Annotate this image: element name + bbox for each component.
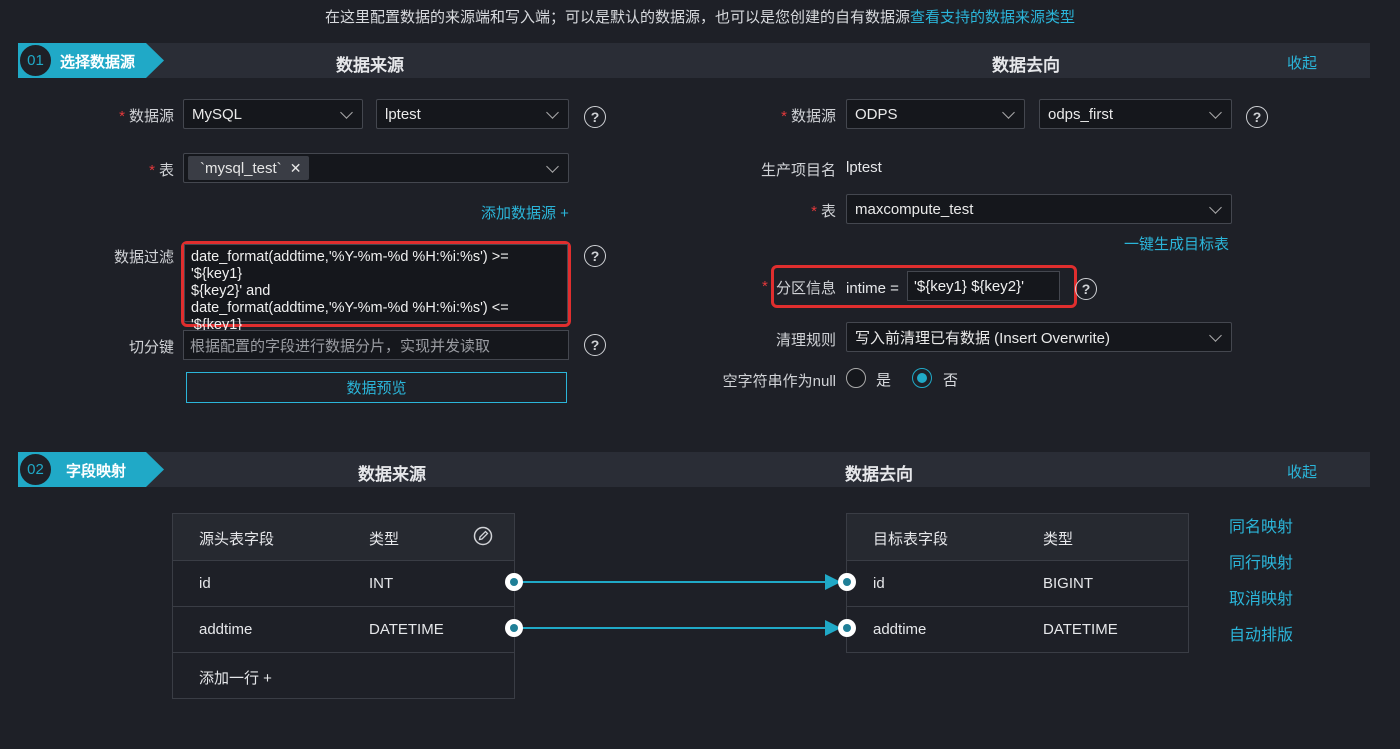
table-tag: `mysql_test` ✕	[188, 156, 310, 180]
chevron-down-icon	[1209, 105, 1222, 119]
split-key-input[interactable]: 根据配置的字段进行数据分片，实现并发读取	[183, 330, 569, 360]
help-icon[interactable]: ?	[584, 245, 606, 267]
source-connector-dot[interactable]	[505, 573, 523, 591]
chevron-down-icon	[546, 159, 559, 173]
data-preview-button[interactable]: 数据预览	[186, 372, 567, 403]
source-datasource-type-select[interactable]: MySQL	[183, 99, 363, 129]
source-table-select[interactable]: `mysql_test` ✕	[183, 153, 569, 183]
step2-number: 02	[18, 452, 53, 487]
dest-field-table: 目标表字段 类型 id BIGINT addtime DATETIME	[846, 513, 1189, 653]
add-datasource-link[interactable]: 添加数据源 +	[481, 202, 569, 223]
table-row: id BIGINT	[847, 560, 1188, 606]
step2-bar: 02 字段映射 数据来源 数据去向 收起	[18, 452, 1370, 487]
field-name: addtime	[873, 621, 927, 638]
table-header-row: 源头表字段 类型	[173, 514, 514, 560]
split-key-label: 切分键	[128, 339, 174, 356]
dest-datasource-name-select[interactable]: odps_first	[1039, 99, 1232, 129]
step1-collapse-link[interactable]: 收起	[1287, 52, 1317, 73]
auto-layout-link[interactable]: 自动排版	[1229, 621, 1293, 645]
step1-title: 选择数据源	[60, 54, 136, 71]
filter-label: 数据过滤	[113, 249, 174, 266]
help-icon[interactable]: ?	[584, 106, 606, 128]
field-name: addtime	[199, 621, 253, 638]
same-name-mapping-link[interactable]: 同名映射	[1229, 513, 1293, 537]
step1-source-heading: 数据来源	[336, 56, 404, 75]
source-field-table: 源头表字段 类型 id INT addtime DATETIME 添加一行 +	[172, 513, 515, 699]
source-table-label: * 表	[149, 162, 174, 179]
dest-datasource-label: * 数据源	[781, 108, 836, 125]
cancel-mapping-link[interactable]: 取消映射	[1229, 585, 1293, 609]
table-header-row: 目标表字段 类型	[847, 514, 1188, 560]
project-name-label: 生产项目名	[760, 162, 836, 179]
field-name: id	[873, 575, 885, 592]
empty-null-label: 空字符串作为null	[722, 373, 836, 390]
filter-textarea[interactable]: date_format(addtime,'%Y-%m-%d %H:%i:%s')…	[184, 244, 568, 350]
partition-label: 分区信息	[776, 280, 837, 297]
step2-collapse-link[interactable]: 收起	[1287, 461, 1317, 482]
edit-icon[interactable]	[473, 526, 493, 550]
empty-null-no-radio[interactable]	[912, 368, 932, 388]
column-header: 源头表字段	[199, 531, 275, 548]
field-type: DATETIME	[1043, 621, 1118, 638]
column-header: 类型	[1043, 531, 1074, 548]
table-row: addtime DATETIME	[847, 606, 1188, 652]
clean-rule-select[interactable]: 写入前清理已有数据 (Insert Overwrite)	[846, 322, 1232, 352]
chevron-down-icon	[1209, 328, 1222, 342]
source-connector-dot[interactable]	[505, 619, 523, 637]
project-name-value: lptest	[846, 159, 882, 176]
table-row: addtime DATETIME	[173, 606, 514, 652]
chevron-down-icon	[1002, 105, 1015, 119]
chevron-down-icon	[340, 105, 353, 119]
step1-bar: 01 选择数据源 数据来源 数据去向 收起	[18, 43, 1370, 78]
help-icon[interactable]: ?	[584, 334, 606, 356]
empty-null-no-label: 否	[943, 372, 959, 389]
generate-target-table-link[interactable]: 一键生成目标表	[1124, 233, 1229, 254]
help-icon[interactable]: ?	[1075, 278, 1097, 300]
required-marker: *	[762, 278, 768, 295]
step2-dest-heading: 数据去向	[845, 465, 913, 484]
notice-text: 在这里配置数据的来源端和写入端；可以是默认的数据源，也可以是您创建的自有数据源	[324, 9, 910, 26]
mapping-lines	[521, 574, 841, 636]
column-header: 目标表字段	[873, 531, 949, 548]
field-type: INT	[369, 575, 394, 592]
source-datasource-label: * 数据源	[119, 108, 174, 125]
chevron-down-icon	[1209, 200, 1222, 214]
table-row: id INT	[173, 560, 514, 606]
partition-key: intime =	[846, 280, 899, 297]
field-type: DATETIME	[369, 621, 444, 638]
dest-table-select[interactable]: maxcompute_test	[846, 194, 1232, 224]
dest-connector-dot[interactable]	[838, 573, 856, 591]
step2-source-heading: 数据来源	[358, 465, 426, 484]
empty-null-yes-radio[interactable]	[846, 368, 866, 388]
add-row[interactable]: 添加一行 +	[173, 652, 514, 698]
step2-title: 字段映射	[66, 463, 127, 480]
column-header: 类型	[369, 531, 400, 548]
supported-sources-link[interactable]: 查看支持的数据来源类型	[910, 9, 1075, 26]
step1-number: 01	[18, 43, 53, 78]
dest-connector-dot[interactable]	[838, 619, 856, 637]
tag-close-icon[interactable]: ✕	[290, 160, 302, 177]
dest-table-label: * 表	[811, 203, 836, 220]
field-name: id	[199, 575, 211, 592]
partition-value-input[interactable]: '${key1} ${key2}'	[907, 271, 1060, 301]
clean-rule-label: 清理规则	[775, 332, 836, 349]
empty-null-yes-label: 是	[876, 372, 892, 389]
step1-dest-heading: 数据去向	[992, 56, 1060, 75]
top-notice: 在这里配置数据的来源端和写入端；可以是默认的数据源，也可以是您创建的自有数据源查…	[0, 6, 1400, 27]
add-row-link[interactable]: 添加一行 +	[199, 667, 272, 688]
field-type: BIGINT	[1043, 575, 1094, 592]
dest-datasource-type-select[interactable]: ODPS	[846, 99, 1025, 129]
help-icon[interactable]: ?	[1246, 106, 1268, 128]
same-row-mapping-link[interactable]: 同行映射	[1229, 549, 1293, 573]
chevron-down-icon	[546, 105, 559, 119]
source-datasource-name-select[interactable]: lptest	[376, 99, 569, 129]
